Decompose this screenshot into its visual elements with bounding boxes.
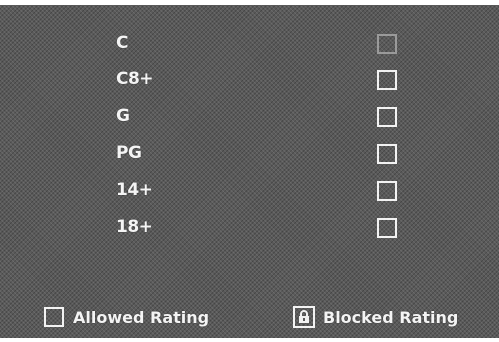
rating-row-c8plus[interactable]: C8+ — [0, 63, 499, 99]
rating-label: PG — [116, 143, 142, 163]
rating-checkbox[interactable] — [377, 144, 397, 164]
rating-label: 18+ — [116, 217, 153, 237]
rating-checkbox[interactable] — [377, 34, 397, 54]
legend-blocked: Blocked Rating — [293, 304, 458, 330]
rating-checkbox[interactable] — [377, 181, 397, 201]
legend-allowed: Allowed Rating — [44, 304, 209, 330]
rating-checkbox[interactable] — [377, 218, 397, 238]
rating-row-18plus[interactable]: 18+ — [0, 211, 499, 247]
rating-label: C8+ — [116, 69, 154, 89]
rating-label: G — [116, 106, 130, 126]
rating-label: C — [116, 33, 128, 53]
parental-rating-screen: C C8+ G PG 14+ 18+ Allowed Rating Blocke… — [0, 0, 499, 342]
lock-icon-graphic — [299, 310, 309, 323]
rating-label: 14+ — [116, 180, 153, 200]
rating-checkbox[interactable] — [377, 107, 397, 127]
legend-blocked-label: Blocked Rating — [323, 307, 459, 327]
rating-row-c[interactable]: C — [0, 27, 499, 63]
lock-icon — [293, 306, 315, 328]
legend-allowed-label: Allowed Rating — [73, 307, 210, 327]
rating-row-14plus[interactable]: 14+ — [0, 174, 499, 210]
rating-checkbox[interactable] — [377, 70, 397, 90]
empty-checkbox-icon — [44, 307, 64, 327]
rating-row-g[interactable]: G — [0, 100, 499, 136]
rating-row-pg[interactable]: PG — [0, 137, 499, 173]
rating-legend: Allowed Rating Blocked Rating — [0, 298, 499, 338]
